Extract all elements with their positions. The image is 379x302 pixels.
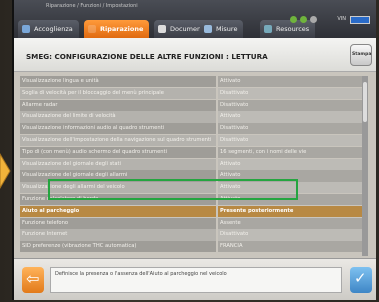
settings-table: Visualizzazione lingua e unità Attivato So… bbox=[18, 76, 370, 256]
setting-value: Disattivato bbox=[218, 123, 362, 135]
diagnostic-screen: Riparazione / Funzioni / Impostazioni Ac… bbox=[12, 0, 376, 300]
battery-icon bbox=[350, 16, 370, 24]
table-row[interactable]: Visualizzazione informazioni audio al qu… bbox=[18, 123, 370, 135]
setting-value: Attivato bbox=[218, 158, 362, 170]
setting-name: Aiuto al parcheggio bbox=[20, 205, 216, 217]
scroll-thumb[interactable] bbox=[363, 82, 367, 122]
wifi-icon bbox=[310, 16, 317, 23]
status-text: VIN bbox=[337, 16, 346, 22]
tab-riparazione[interactable]: Riparazione bbox=[84, 20, 150, 38]
scrollbar[interactable] bbox=[362, 76, 368, 256]
setting-name: Visualizzazione del giornale degli stati bbox=[20, 158, 216, 170]
top-bar: Riparazione / Funzioni / Impostazioni Ac… bbox=[14, 0, 376, 38]
setting-name: Visualizzazione degli allarmi del veicol… bbox=[20, 182, 216, 194]
window-title: Riparazione / Funzioni / Impostazioni bbox=[46, 3, 138, 9]
table-row[interactable]: Visualizzazione dell'impostazione della … bbox=[18, 135, 370, 147]
network-icon bbox=[300, 16, 307, 23]
setting-value: Disattivato bbox=[218, 99, 362, 111]
setting-value: Disattivato bbox=[218, 87, 362, 99]
setting-value: Attivato bbox=[218, 76, 362, 88]
setting-name: Visualizzazione del limite di velocità bbox=[20, 111, 216, 123]
home-icon bbox=[22, 25, 30, 33]
page-title: SMEG: CONFIGURAZIONE DELLE ALTRE FUNZION… bbox=[26, 52, 268, 61]
gauge-icon bbox=[204, 25, 212, 33]
setting-value: 16 segmenti, con i nomi delle vie bbox=[218, 146, 362, 158]
tab-label: Accoglienza bbox=[34, 25, 73, 33]
table-row[interactable]: Visualizzazione del limite di velocità At… bbox=[18, 111, 370, 123]
setting-name: Soglia di velocità per il bloccaggio del… bbox=[20, 87, 216, 99]
monitor-bezel: Riparazione / Funzioni / Impostazioni Ac… bbox=[0, 0, 379, 302]
setting-value: Attivato bbox=[218, 182, 362, 194]
tab-label: Riparazione bbox=[100, 25, 144, 33]
table-row[interactable]: Visualizzazione del giornale degli stati… bbox=[18, 158, 370, 170]
back-button[interactable]: ⇦ bbox=[22, 267, 44, 293]
confirm-button[interactable]: ✓ bbox=[350, 267, 372, 293]
setting-name: Allarme radar bbox=[20, 99, 216, 111]
bottom-bar: ⇦ Definisce la presenza o l'assenza dell… bbox=[14, 258, 376, 300]
tab-accoglienza[interactable]: Accoglienza bbox=[18, 20, 79, 38]
setting-name: Visualizzazione informazioni audio al qu… bbox=[20, 123, 216, 135]
setting-name: Visualizzazione lingua e unità bbox=[20, 76, 216, 88]
setting-value: FRANCIA bbox=[218, 241, 362, 253]
setting-name: Funzione telefono bbox=[20, 217, 216, 229]
table-row[interactable]: Aiuto al parcheggio Presente posteriormen… bbox=[18, 205, 370, 217]
tab-label: Resources bbox=[276, 25, 310, 33]
setting-value: Attivato bbox=[218, 111, 362, 123]
setting-value: Presente posteriormente bbox=[218, 205, 362, 217]
print-button-label: Stampa bbox=[352, 52, 372, 57]
document-icon bbox=[158, 25, 166, 33]
description-box: Definisce la presenza o l'assenza dell'A… bbox=[50, 267, 342, 293]
arrow-left-icon: ⇦ bbox=[26, 269, 40, 288]
table-row[interactable]: Funzione Internet Disattivato bbox=[18, 229, 370, 241]
table-row[interactable]: Funzione calcolatore di bordo Attivato bbox=[18, 194, 370, 206]
setting-name: SID preferenze (vibrazione THC automatic… bbox=[20, 241, 216, 253]
print-button[interactable]: Stampa bbox=[350, 44, 372, 66]
setting-name: Tipo di (con menù) audio schermo del qua… bbox=[20, 146, 216, 158]
setting-name: Funzione calcolatore di bordo bbox=[20, 194, 216, 206]
setting-value: Disattivato bbox=[218, 229, 362, 241]
setting-value: Attivato bbox=[218, 170, 362, 182]
setting-name: Visualizzazione dell'impostazione della … bbox=[20, 135, 216, 147]
wrench-icon bbox=[88, 25, 96, 33]
table-row[interactable]: Visualizzazione lingua e unità Attivato bbox=[18, 76, 370, 88]
title-bar: SMEG: CONFIGURAZIONE DELLE ALTRE FUNZION… bbox=[14, 38, 376, 72]
globe-icon bbox=[264, 25, 272, 33]
setting-value: Assente bbox=[218, 217, 362, 229]
table-row[interactable]: SID preferenze (vibrazione THC automatic… bbox=[18, 241, 370, 253]
setting-name: Visualizzazione del giornale degli allar… bbox=[20, 170, 216, 182]
table-row[interactable]: Tipo di (con menù) audio schermo del qua… bbox=[18, 146, 370, 158]
setting-value: Disattivato bbox=[218, 135, 362, 147]
table-row[interactable]: Funzione telefono Assente bbox=[18, 217, 370, 229]
connection-icon bbox=[290, 16, 297, 23]
status-area: VIN bbox=[290, 14, 374, 26]
table-row[interactable]: Allarme radar Disattivato bbox=[18, 99, 370, 111]
table-row[interactable]: Visualizzazione del giornale degli allar… bbox=[18, 170, 370, 182]
setting-value: Attivato bbox=[218, 194, 362, 206]
setting-name: Funzione Internet bbox=[20, 229, 216, 241]
tab-label: Misure bbox=[216, 25, 238, 33]
table-row[interactable]: Visualizzazione degli allarmi del veicol… bbox=[18, 182, 370, 194]
table-row[interactable]: Soglia di velocità per il bloccaggio del… bbox=[18, 87, 370, 99]
tab-misure[interactable]: Misure bbox=[200, 20, 244, 38]
check-icon: ✓ bbox=[354, 269, 367, 287]
